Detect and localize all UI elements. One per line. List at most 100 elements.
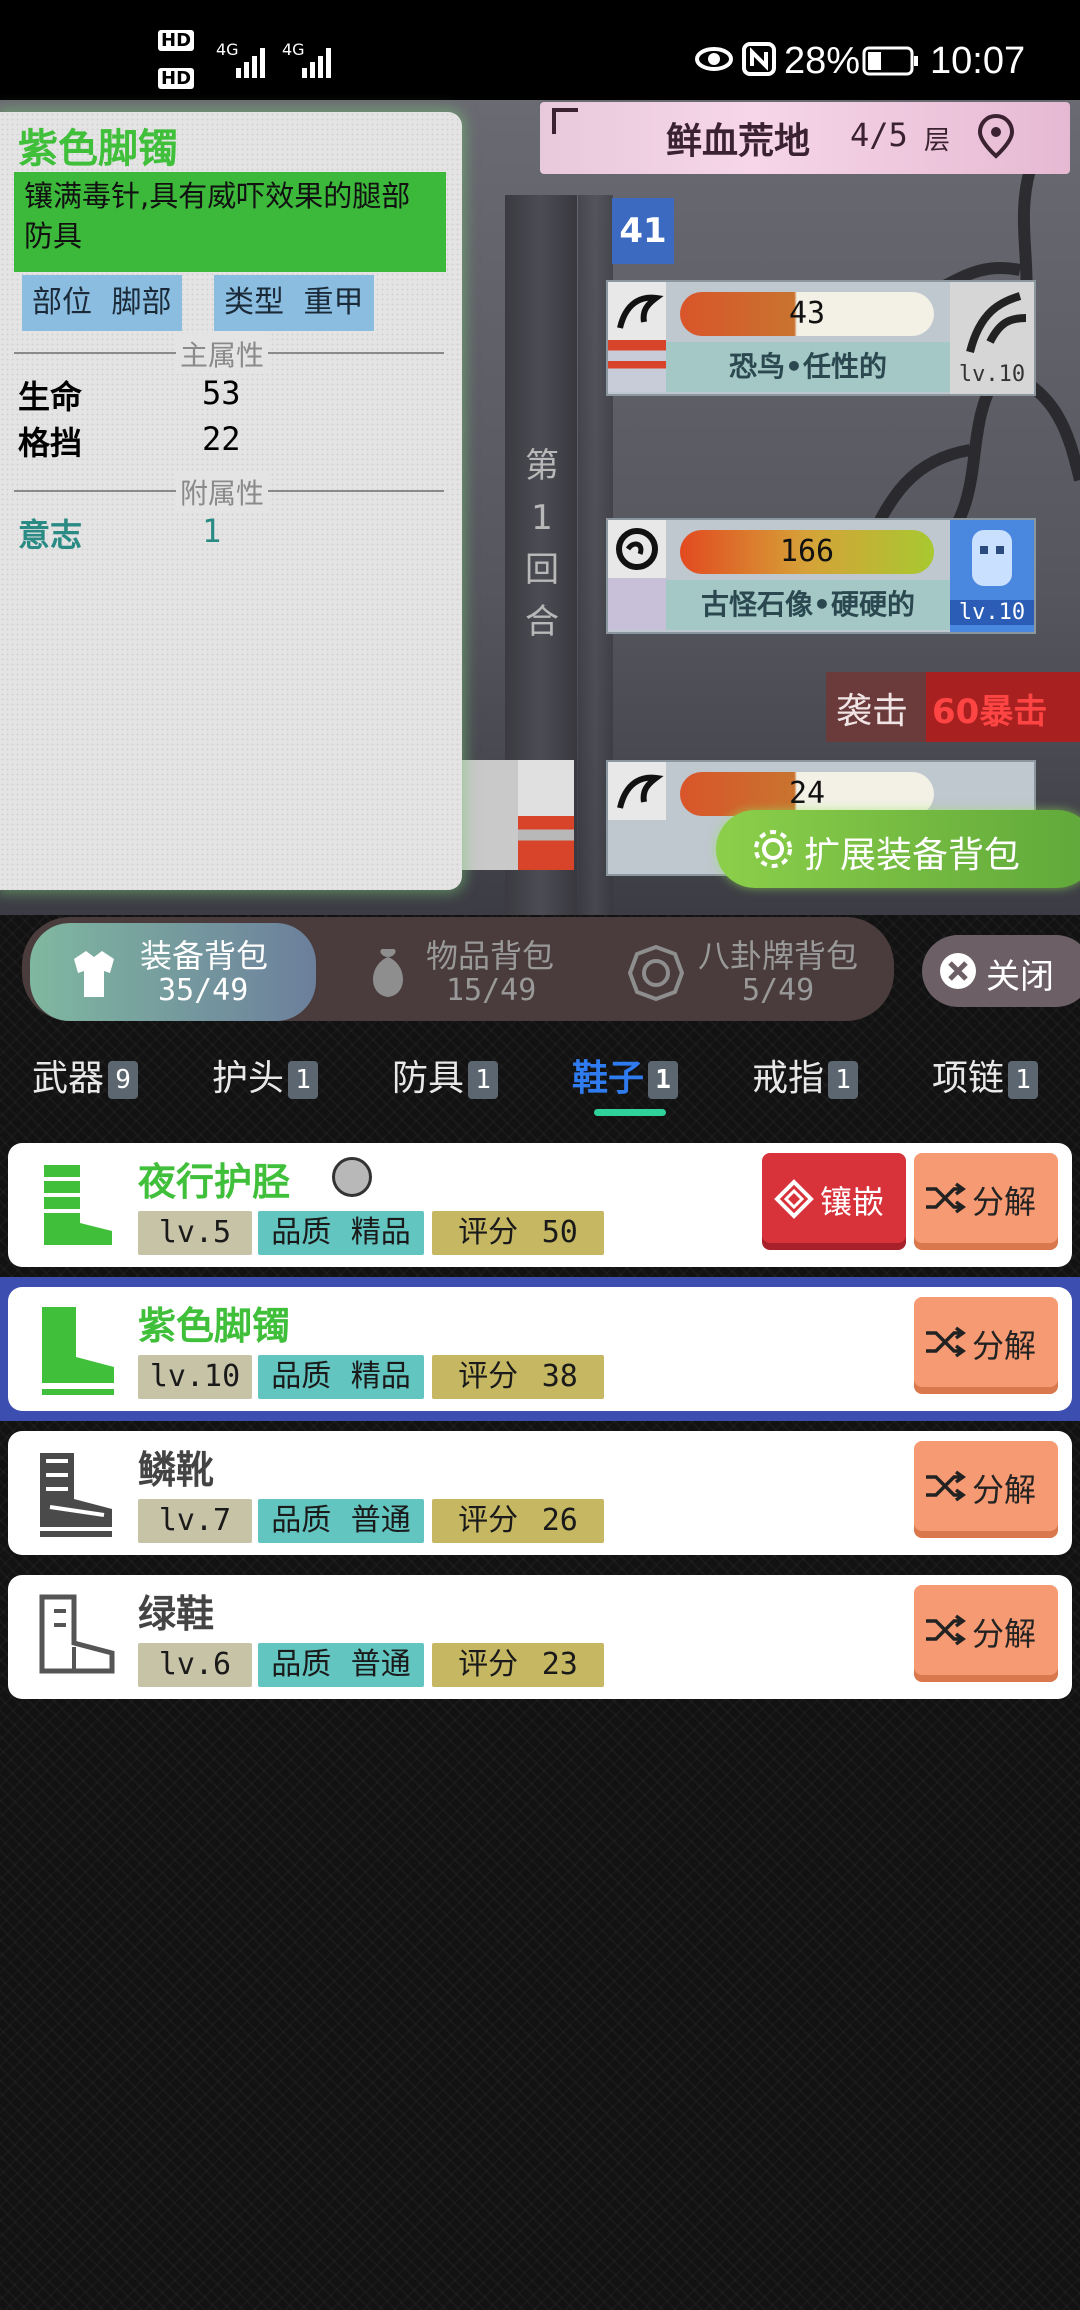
category-label: 项链 xyxy=(932,1058,1005,1099)
enemy-name: 恐鸟•任性的 xyxy=(666,342,950,392)
green-boot-icon xyxy=(24,1303,124,1403)
item-level: lv.7 xyxy=(138,1499,252,1543)
tooltip-title: 紫色脚镯 xyxy=(18,126,178,172)
slot-label: 部位 xyxy=(32,285,92,320)
bag-tab-items[interactable]: 物品背包 15/49 xyxy=(330,923,600,1021)
tooltip-description: 镶满毒针,具有威吓效果的腿部防具 xyxy=(14,172,446,272)
attr-value: 22 xyxy=(202,420,241,458)
item-row-selected[interactable]: 紫色脚镯 lv.10 品质 精品 评分 38 分解 xyxy=(8,1287,1072,1411)
bag-tab-bagua[interactable]: 八卦牌背包 5/49 xyxy=(612,923,892,1021)
green-greave-icon xyxy=(24,1161,124,1255)
item-score: 评分 23 xyxy=(432,1643,604,1687)
decompose-label: 分解 xyxy=(972,1615,1037,1653)
map-name: 鲜血荒地 xyxy=(666,120,811,162)
category-label: 戒指 xyxy=(752,1058,825,1099)
bag-tab-label: 装备背包 xyxy=(140,937,269,975)
item-name: 夜行护胫 xyxy=(138,1160,291,1204)
battery-percent: 28% xyxy=(784,40,861,82)
enemy-status-bars xyxy=(608,340,666,392)
attack-label: 袭击 xyxy=(836,691,909,732)
shoe-icon xyxy=(24,1591,124,1687)
score-value: 23 xyxy=(541,1647,578,1682)
attack-notice: 袭击 60暴击 xyxy=(826,672,1080,742)
category-tab-helmets[interactable]: 护头 1 xyxy=(212,1049,319,1101)
score-value: 38 xyxy=(541,1359,578,1394)
shuffle-icon xyxy=(924,1325,967,1367)
eye-icon xyxy=(694,44,734,78)
decompose-label: 分解 xyxy=(972,1471,1037,1509)
enemy-name: 古怪石像•硬硬的 xyxy=(666,580,950,630)
category-count-badge: 1 xyxy=(288,1061,319,1099)
bag-tab-label: 八卦牌背包 xyxy=(698,937,859,975)
shuffle-icon xyxy=(924,1613,967,1655)
decompose-button[interactable]: 分解 xyxy=(914,1153,1058,1243)
bag-tab-count: 15/49 xyxy=(446,973,537,1008)
quality-value: 普通 xyxy=(350,1503,411,1538)
crit-value: 60暴击 xyxy=(932,692,1048,732)
clock: 10:07 xyxy=(930,40,1026,82)
signal-icon-2 xyxy=(302,44,336,82)
quality-value: 精品 xyxy=(350,1359,411,1394)
item-row[interactable]: 夜行护胫 lv.5 品质 精品 评分 50 镶嵌 分解 xyxy=(8,1143,1072,1267)
attr-name: 格挡 xyxy=(18,424,83,462)
item-score: 评分 50 xyxy=(432,1211,604,1255)
item-level: lv.6 xyxy=(138,1643,252,1687)
score-label: 评分 xyxy=(458,1215,519,1250)
armor-icon xyxy=(64,943,124,1007)
enemy-species-icon xyxy=(608,520,666,578)
enemy-card[interactable]: 43 恐鸟•任性的 lv.10 xyxy=(606,280,1036,396)
item-score: 评分 26 xyxy=(432,1499,604,1543)
item-name: 鳞靴 xyxy=(138,1448,215,1492)
slot-value: 脚部 xyxy=(111,285,172,320)
score-label: 评分 xyxy=(458,1503,519,1538)
item-quality: 品质 普通 xyxy=(258,1643,424,1687)
category-label: 鞋子 xyxy=(572,1058,645,1099)
quality-label: 品质 xyxy=(271,1359,332,1394)
shuffle-icon xyxy=(924,1181,967,1223)
bagua-icon xyxy=(626,943,686,1007)
floor-unit: 层 xyxy=(924,126,951,156)
decompose-button[interactable]: 分解 xyxy=(914,1585,1058,1675)
item-row[interactable]: 鳞靴 lv.7 品质 普通 评分 26 分解 xyxy=(8,1431,1072,1555)
item-name: 紫色脚镯 xyxy=(138,1304,291,1348)
expand-backpack-button[interactable]: 扩展装备背包 xyxy=(716,810,1080,888)
quality-label: 品质 xyxy=(271,1503,332,1538)
inlay-label: 镶嵌 xyxy=(820,1183,885,1221)
inlay-button[interactable]: 镶嵌 xyxy=(762,1153,906,1243)
enemy-card[interactable]: 166 古怪石像•硬硬的 lv.10 xyxy=(606,518,1036,634)
category-tab-armor[interactable]: 防具 1 xyxy=(392,1049,499,1101)
category-count-badge: 1 xyxy=(468,1061,499,1099)
item-row[interactable]: 绿鞋 lv.6 品质 普通 评分 23 分解 xyxy=(8,1575,1072,1699)
enemy-species-icon xyxy=(608,762,666,820)
category-tab-rings[interactable]: 戒指 1 xyxy=(752,1049,859,1101)
category-tab-necklaces[interactable]: 项链 1 xyxy=(932,1049,1039,1101)
enemy-hp-value: 24 xyxy=(788,776,826,811)
sub-attr-header: 附属性 xyxy=(176,472,269,512)
bag-tab-equipment[interactable]: 装备背包 35/49 xyxy=(30,923,316,1021)
ally-icon xyxy=(518,760,574,816)
bag-tab-count: 35/49 xyxy=(158,973,249,1008)
score-value: 50 xyxy=(541,1215,578,1250)
item-quality: 品质 精品 xyxy=(258,1211,424,1255)
category-tab-shoes[interactable]: 鞋子 1 xyxy=(572,1049,679,1101)
category-count-badge: 9 xyxy=(108,1061,139,1099)
item-score: 评分 38 xyxy=(432,1355,604,1399)
category-tab-weapons[interactable]: 武器 9 xyxy=(32,1049,139,1101)
category-label: 武器 xyxy=(32,1058,105,1099)
diamond-icon xyxy=(774,1179,814,1227)
map-banner[interactable]: 鲜血荒地 4/5 层 xyxy=(540,102,1070,174)
item-name: 绿鞋 xyxy=(138,1592,215,1636)
close-button[interactable]: 关闭 xyxy=(922,935,1080,1007)
type-chip: 类型 重甲 xyxy=(214,275,374,331)
item-tooltip: 紫色脚镯 镶满毒针,具有威吓效果的腿部防具 部位 脚部 类型 重甲 主属性 生命… xyxy=(0,112,462,890)
decompose-button[interactable]: 分解 xyxy=(914,1441,1058,1531)
main-attr-header: 主属性 xyxy=(176,334,269,374)
enemy-hp-value: 43 xyxy=(788,296,826,331)
turn-badge: 41 xyxy=(612,198,674,264)
type-value: 重甲 xyxy=(303,285,364,320)
sub-attr-value: 1 xyxy=(202,512,222,550)
decompose-button[interactable]: 分解 xyxy=(914,1297,1058,1387)
status-bar: HD HD 4G 4G 28% 10:07 xyxy=(0,0,1080,100)
battery-icon xyxy=(862,46,920,80)
quality-value: 普通 xyxy=(350,1647,411,1682)
